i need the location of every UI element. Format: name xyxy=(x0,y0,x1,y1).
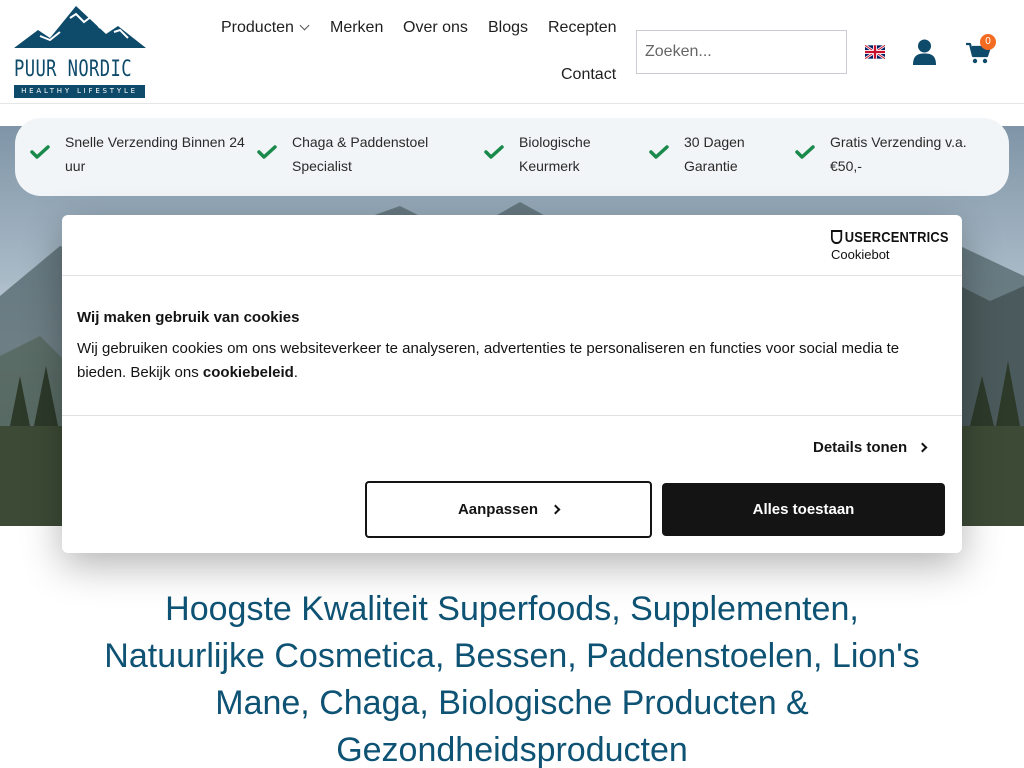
logo-brand-text: PUUR NORDIC xyxy=(14,57,132,82)
check-icon xyxy=(649,145,669,159)
check-icon xyxy=(257,145,277,159)
usp-text: Chaga & Paddenstoel Specialist xyxy=(292,134,429,174)
cookiebot-logo-line2: Cookiebot xyxy=(831,247,890,262)
nav-blogs[interactable]: Blogs xyxy=(488,19,528,37)
show-details-label: Details tonen xyxy=(813,439,908,456)
nav-products-label: Producten xyxy=(221,19,294,36)
nav-recipes[interactable]: Recepten xyxy=(548,19,617,37)
cookie-dialog-title: Wij maken gebruik van cookies xyxy=(77,309,300,326)
shield-icon xyxy=(831,230,843,244)
cookie-policy-link[interactable]: cookiebeleid xyxy=(203,364,294,381)
cookie-consent-dialog: USERCENTRICS Cookiebot Wij maken gebruik… xyxy=(62,215,962,553)
allow-all-button[interactable]: Alles toestaan xyxy=(662,483,945,536)
divider xyxy=(62,275,962,276)
cart-count-badge: 0 xyxy=(980,34,996,50)
logo-tagline: HEALTHY LIFESTYLE xyxy=(14,85,145,98)
site-logo[interactable]: PUUR NORDIC HEALTHY LIFESTYLE xyxy=(14,4,146,100)
usp-text: Biologische Keurmerk xyxy=(519,134,591,174)
site-header: PUUR NORDIC HEALTHY LIFESTYLE Producten … xyxy=(0,0,1024,104)
usp-text: 30 Dagen Garantie xyxy=(684,134,745,174)
check-icon xyxy=(795,145,815,159)
check-icon xyxy=(30,145,50,159)
divider xyxy=(62,415,962,416)
cookie-text-end: . xyxy=(293,364,298,381)
nav-products[interactable]: Producten xyxy=(221,19,310,37)
cookie-dialog-text: Wij gebruiken cookies om ons websiteverk… xyxy=(77,337,952,385)
nav-about[interactable]: Over ons xyxy=(403,19,468,37)
search-input[interactable] xyxy=(636,30,847,74)
nav-brands[interactable]: Merken xyxy=(330,19,383,37)
show-details-link[interactable]: Details tonen xyxy=(813,439,928,456)
page-headline: Hoogste Kwaliteit Superfoods, Supplement… xyxy=(104,590,920,768)
chevron-down-icon xyxy=(299,20,310,31)
cookie-text-body: Wij gebruiken cookies om ons websiteverk… xyxy=(77,340,900,381)
check-icon xyxy=(484,145,504,159)
customize-button-label: Aanpassen xyxy=(457,501,539,518)
cookiebot-logo: USERCENTRICS Cookiebot xyxy=(831,229,949,263)
usp-text: Snelle Verzending Binnen 24 uur xyxy=(65,134,245,174)
cookiebot-logo-line1: USERCENTRICS xyxy=(844,229,949,246)
usp-text: Gratis Verzending v.a. €50,- xyxy=(830,134,967,174)
customize-button[interactable]: Aanpassen xyxy=(365,481,652,538)
mountain-logo-icon xyxy=(14,6,146,48)
usp-bar: Snelle Verzending Binnen 24 uur Chaga & … xyxy=(15,118,1009,196)
chevron-right-icon xyxy=(550,504,561,515)
chevron-right-icon xyxy=(917,442,928,453)
nav-contact[interactable]: Contact xyxy=(561,66,616,84)
user-icon[interactable] xyxy=(913,39,936,65)
uk-flag-icon[interactable] xyxy=(865,45,885,59)
